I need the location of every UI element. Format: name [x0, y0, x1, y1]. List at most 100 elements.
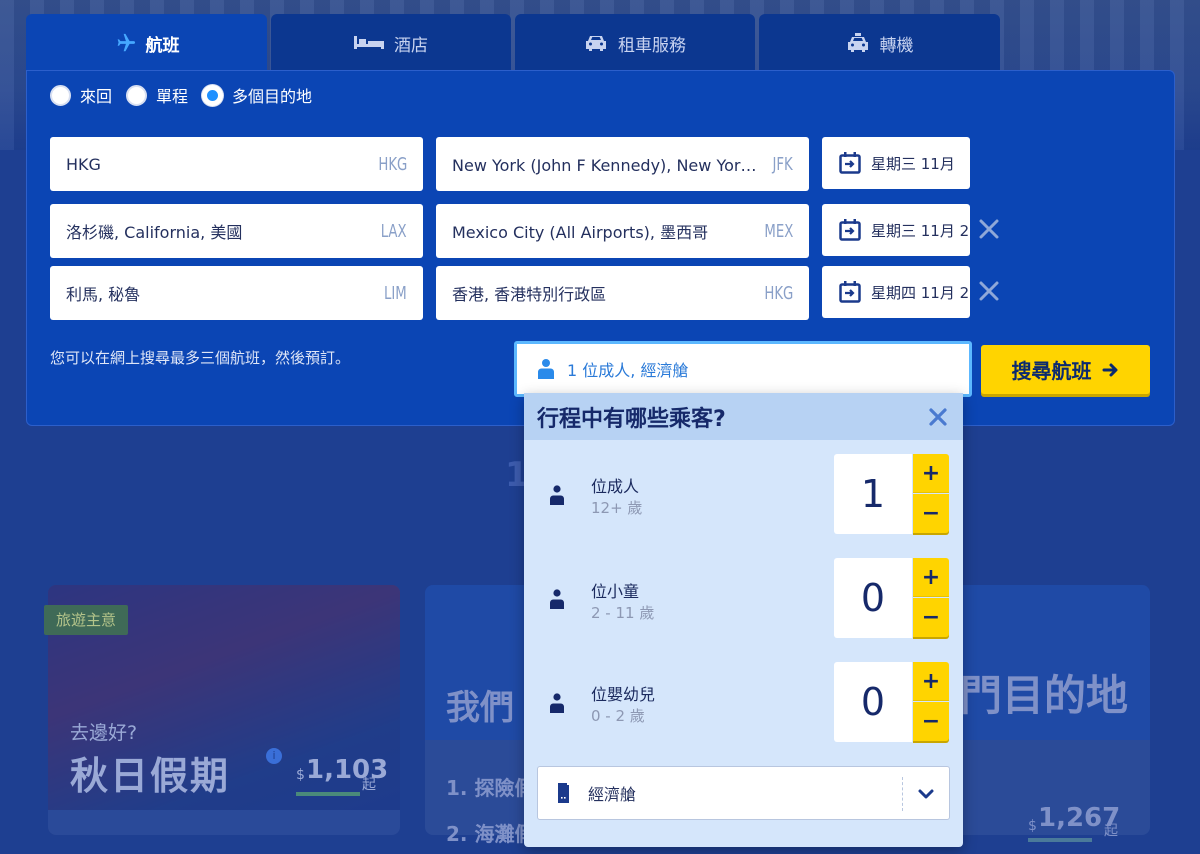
airport-code: LIM [384, 282, 407, 304]
radio-button[interactable] [126, 84, 148, 106]
chevron-down-icon [918, 789, 934, 799]
passengers-popup: 行程中有哪些乘客? 位成人 12+ 歲 1 + − 位小童 2 - 11 歲 0… [524, 393, 963, 847]
children-count: 0 [834, 558, 912, 638]
date-text: 星期三 11月 2 [871, 221, 970, 240]
airport-code: HKG [378, 153, 407, 175]
tab-label: 轉機 [879, 35, 914, 56]
children-row: 位小童 2 - 11 歲 0 + − [524, 558, 963, 638]
search-flights-button[interactable]: 搜尋航班 [981, 345, 1150, 394]
calendar-icon [839, 281, 861, 303]
promo-card2-title-left: 我們 [446, 688, 514, 728]
radio-label: 來回 [80, 87, 113, 106]
adults-row: 位成人 12+ 歲 1 + − [524, 454, 963, 534]
trip-type-one-way[interactable]: 單程 [126, 83, 188, 107]
remove-leg2-close-icon[interactable] [978, 218, 1000, 240]
person-icon [550, 589, 564, 609]
leg1-destination-input[interactable]: New York (John F Kennedy), New York, 美國 … [436, 137, 809, 191]
radio-label: 多個目的地 [232, 87, 313, 106]
tab-transfers[interactable]: 轉機 [759, 14, 1000, 72]
origin-text: HKG [66, 154, 101, 174]
background-headline-fragment: 1 [505, 455, 529, 495]
infants-decrement-button[interactable]: − [913, 702, 949, 741]
popup-title: 行程中有哪些乘客? [537, 407, 726, 432]
promo-card-title: 秋日假期 [70, 754, 231, 798]
passenger-age-label: 2 - 11 歲 [591, 604, 655, 622]
radio-button[interactable] [50, 84, 71, 106]
promo-card2-title-right: 門目的地 [960, 671, 1129, 720]
airport-code: HKG [764, 282, 793, 304]
tab-car-rental[interactable]: 租車服務 [515, 14, 755, 72]
airplane-icon [114, 32, 136, 54]
radio-label: 單程 [156, 87, 189, 106]
origin-text: 洛杉磯, California, 美國 [66, 223, 243, 242]
product-tabs: 航班 酒店 租車服務 轉機 [26, 14, 1004, 72]
trip-type-round-trip[interactable]: 來回 [50, 83, 112, 107]
children-decrement-button[interactable]: − [913, 598, 949, 637]
person-icon [550, 693, 564, 713]
date-text: 星期四 11月 2 [871, 283, 970, 302]
promo-card-subtitle: 去邊好? [70, 722, 138, 744]
date-text: 星期三 11月 [871, 154, 955, 173]
person-icon [550, 485, 564, 505]
leg3-destination-input[interactable]: 香港, 香港特別行政區 HKG [436, 266, 809, 320]
cabin-class-select[interactable]: 經濟艙 [537, 766, 950, 820]
promo-list-item: 2. 海灘假 [446, 822, 535, 846]
promo-price-currency: $ [296, 767, 305, 783]
passenger-type-label: 位成人 [591, 477, 640, 496]
adults-decrement-button[interactable]: − [913, 494, 949, 533]
promo2-price-underline [1028, 838, 1092, 842]
promo-price-suffix: 起 [362, 777, 376, 793]
leg2-destination-input[interactable]: Mexico City (All Airports), 墨西哥 MEX [436, 204, 809, 258]
person-icon [538, 359, 554, 379]
passenger-age-label: 12+ 歲 [591, 499, 643, 517]
info-icon: i [266, 748, 282, 764]
trip-type-multi-city[interactable]: 多個目的地 [202, 83, 312, 107]
passenger-summary-text: 1 位成人, 經濟艙 [567, 361, 689, 380]
popup-close-icon[interactable] [926, 405, 950, 429]
cabin-class-value: 經濟艙 [588, 785, 637, 804]
bed-icon [354, 36, 384, 50]
airport-code: JFK [772, 153, 793, 175]
adults-increment-button[interactable]: + [913, 454, 949, 493]
adults-count: 1 [834, 454, 912, 534]
tab-label: 酒店 [394, 35, 428, 56]
leg2-origin-input[interactable]: 洛杉磯, California, 美國 LAX [50, 204, 423, 258]
passenger-type-label: 位嬰幼兒 [591, 685, 656, 704]
destination-text: 香港, 香港特別行政區 [452, 285, 607, 304]
select-divider [902, 777, 903, 811]
infants-increment-button[interactable]: + [913, 662, 949, 701]
children-increment-button[interactable]: + [913, 558, 949, 597]
search-button-label: 搜尋航班 [1011, 359, 1092, 383]
promo2-price-currency: $ [1028, 818, 1037, 834]
passenger-age-label: 0 - 2 歲 [591, 707, 645, 725]
tab-label: 航班 [145, 35, 180, 56]
seat-icon [558, 783, 569, 803]
leg1-date-input[interactable]: 星期三 11月 [822, 137, 970, 189]
tab-label: 租車服務 [618, 35, 686, 56]
leg1-origin-input[interactable]: HKG HKG [50, 137, 423, 191]
tab-flights[interactable]: 航班 [26, 14, 267, 72]
destination-text: New York (John F Kennedy), New York, 美國 [452, 156, 759, 175]
trip-type-group: 來回 單程 多個目的地 [50, 84, 326, 106]
leg3-origin-input[interactable]: 利馬, 秘魯 LIM [50, 266, 423, 320]
airport-code: LAX [381, 220, 407, 242]
infants-count: 0 [834, 662, 912, 742]
promo-price-underline [296, 792, 360, 796]
promo-badge: 旅遊主意 [44, 605, 129, 635]
arrow-right-icon [1102, 363, 1117, 376]
taxi-icon [846, 33, 870, 53]
car-icon [584, 34, 608, 52]
calendar-icon [839, 152, 861, 174]
promo2-price-suffix: 起 [1104, 823, 1118, 839]
calendar-icon [839, 219, 861, 241]
remove-leg3-close-icon[interactable] [978, 280, 1000, 302]
passenger-type-label: 位小童 [591, 582, 640, 601]
multi-city-hint: 您可以在網上搜尋最多三個航班，然後預訂。 [50, 349, 351, 367]
infants-row: 位嬰幼兒 0 - 2 歲 0 + − [524, 662, 963, 742]
leg3-date-input[interactable]: 星期四 11月 2 [822, 266, 970, 318]
radio-button-checked[interactable] [202, 84, 224, 106]
passengers-cabin-input[interactable]: 1 位成人, 經濟艙 [514, 341, 972, 397]
leg2-date-input[interactable]: 星期三 11月 2 [822, 204, 970, 256]
tab-hotels[interactable]: 酒店 [271, 14, 511, 72]
promo-list-item: 1. 探險假 [446, 776, 535, 800]
